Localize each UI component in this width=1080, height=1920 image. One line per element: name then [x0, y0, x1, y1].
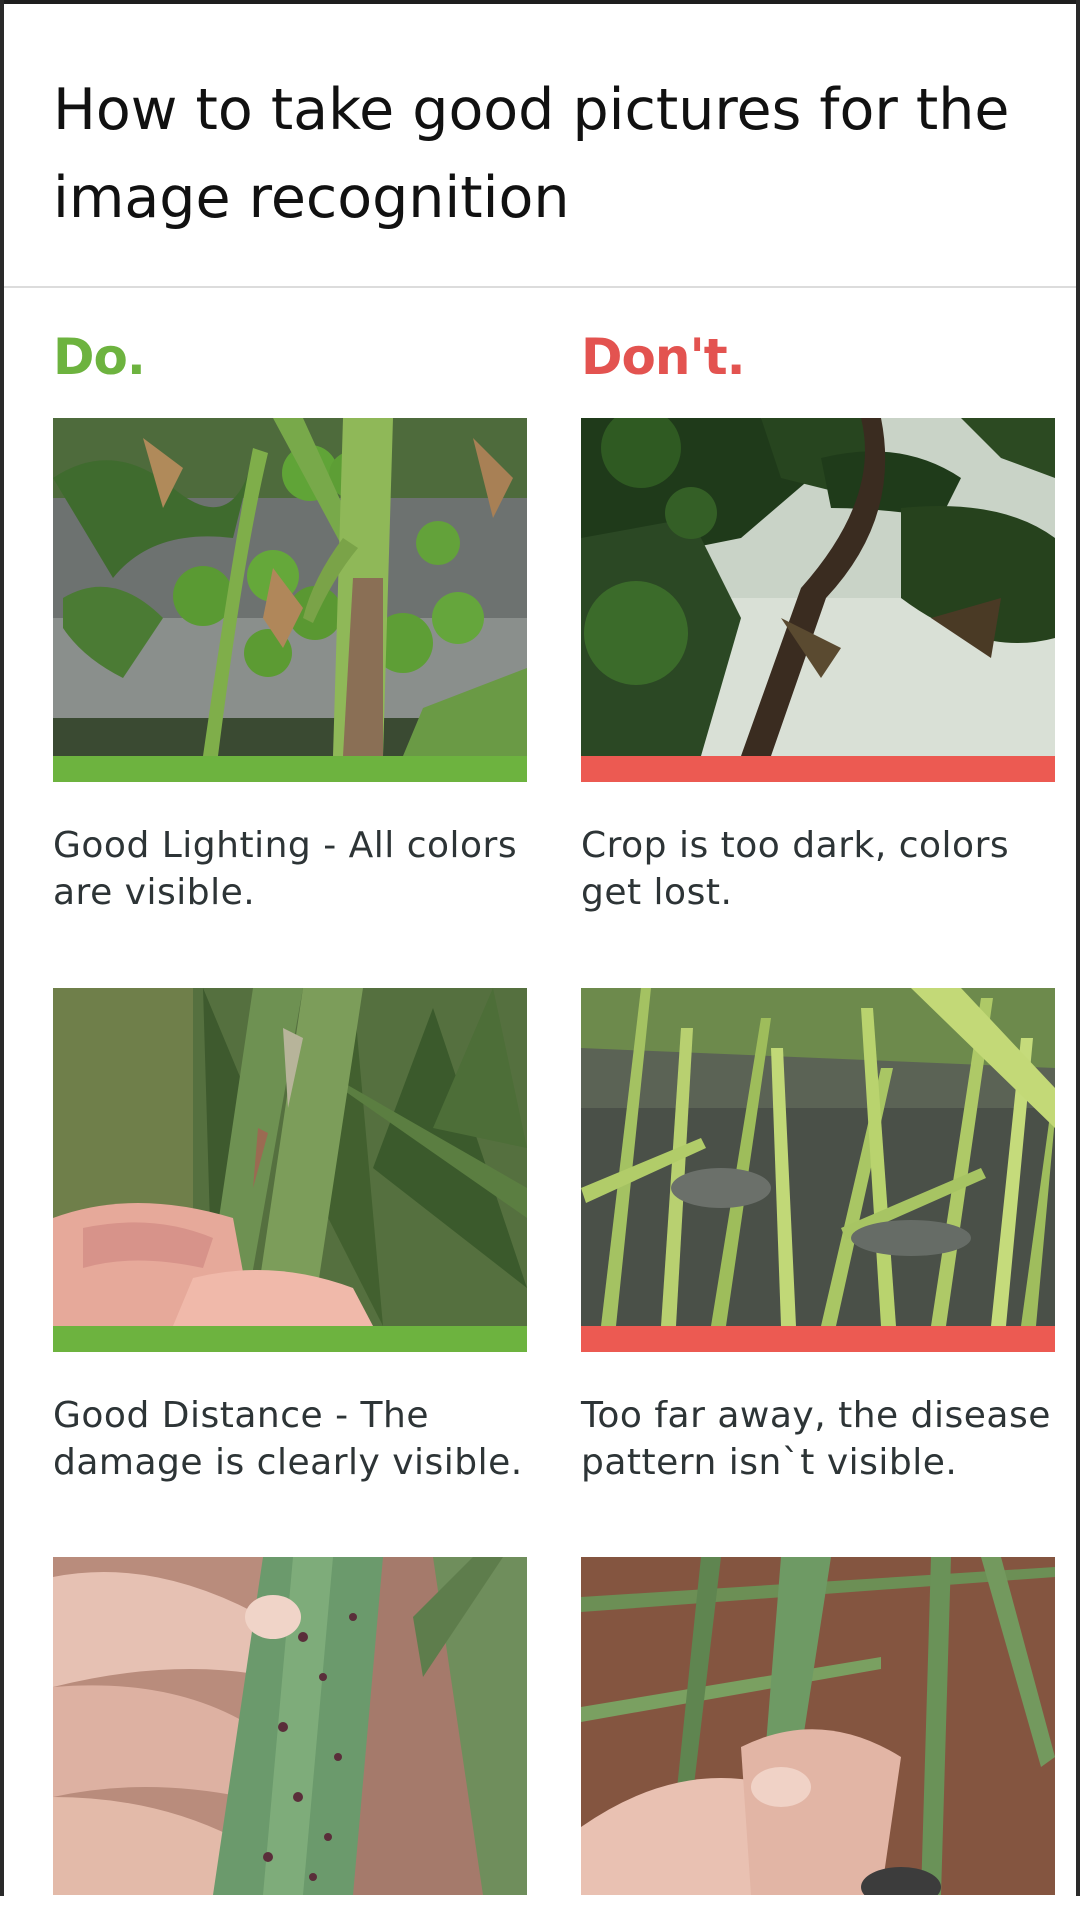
close-up-leaf-in-hand-photo [53, 988, 527, 1326]
bottom-edge [0, 1896, 1080, 1920]
frame-right [1076, 0, 1080, 1920]
example-caption: Too far away, the disease pattern isn`t … [581, 1395, 1051, 1483]
example-caption: Good Lighting - All colors are visible. [53, 825, 518, 913]
example-card-good-lighting: Good Lighting - All colors are visible. [53, 418, 527, 916]
screen: How to take good pictures for the image … [0, 0, 1080, 1920]
example-card-spotted-leaf [53, 1557, 527, 1895]
header: How to take good pictures for the image … [4, 4, 1076, 288]
good-indicator-bar [53, 1326, 527, 1352]
tomato-plant-photo [53, 418, 527, 756]
example-card-good-distance: Good Distance - The damage is clearly vi… [53, 988, 527, 1486]
content-scroll-area[interactable]: Do. Don't. Good Lighting - All colors ar… [0, 288, 1080, 1920]
do-heading: Do. [53, 328, 146, 386]
example-card-leaf-field [581, 1557, 1055, 1895]
example-caption: Crop is too dark, colors get lost. [581, 825, 1010, 913]
spotted-leaf-in-hand-photo [53, 1557, 527, 1895]
dark-tomato-plant-photo [581, 418, 1055, 756]
good-indicator-bar [53, 756, 527, 782]
example-caption: Good Distance - The damage is clearly vi… [53, 1395, 523, 1483]
distant-rice-field-photo [581, 988, 1055, 1326]
example-card-too-dark: Crop is too dark, colors get lost. [581, 418, 1055, 916]
example-card-too-far: Too far away, the disease pattern isn`t … [581, 988, 1055, 1486]
leaf-in-hand-field-photo [581, 1557, 1055, 1895]
page-title: How to take good pictures for the image … [53, 77, 1010, 231]
frame-left [0, 0, 4, 1920]
dont-heading: Don't. [581, 328, 746, 386]
bad-indicator-bar [581, 1326, 1055, 1352]
bad-indicator-bar [581, 756, 1055, 782]
